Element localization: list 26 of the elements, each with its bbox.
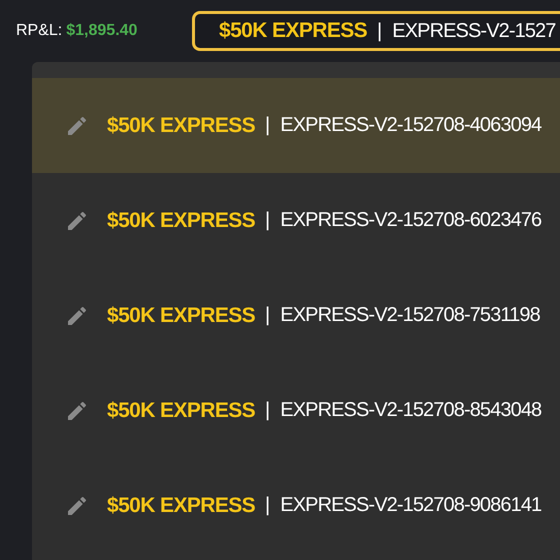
pnl-label: RP&L: [16, 22, 62, 40]
separator: | [265, 209, 270, 232]
account-selector[interactable]: $50K EXPRESS | EXPRESS-V2-1527 [192, 11, 560, 51]
pnl-value: $1,895.40 [66, 22, 138, 40]
separator: | [265, 114, 270, 137]
separator: | [265, 304, 270, 327]
account-row[interactable]: $50K EXPRESS | EXPRESS-V2-152708-7531198 [32, 268, 560, 363]
account-id: EXPRESS-V2-152708-4063094 [280, 114, 542, 137]
account-row[interactable]: $50K EXPRESS | EXPRESS-V2-152708-4063094 [32, 78, 560, 173]
account-name: $50K EXPRESS [107, 208, 256, 232]
separator: | [377, 20, 382, 42]
account-name: $50K EXPRESS [107, 304, 256, 328]
account-name: $50K EXPRESS [107, 398, 256, 422]
account-row[interactable]: $50K EXPRESS | EXPRESS-V2-152708-6023476 [32, 173, 560, 268]
account-row[interactable]: $50K EXPRESS | EXPRESS-V2-152708-9086141 [32, 458, 560, 553]
account-id: EXPRESS-V2-1527 [392, 20, 556, 42]
account-name: $50K EXPRESS [107, 494, 256, 518]
account-name: $50K EXPRESS [219, 19, 368, 43]
account-id: EXPRESS-V2-152708-9086141 [280, 494, 542, 517]
account-id: EXPRESS-V2-152708-7531198 [280, 304, 540, 327]
account-row[interactable]: $50K EXPRESS | EXPRESS-V2-152708-8543048 [32, 363, 560, 458]
separator: | [265, 494, 270, 517]
separator: | [265, 399, 270, 422]
account-id: EXPRESS-V2-152708-8543048 [280, 399, 542, 422]
account-id: EXPRESS-V2-152708-6023476 [280, 209, 542, 232]
account-name: $50K EXPRESS [107, 114, 256, 138]
